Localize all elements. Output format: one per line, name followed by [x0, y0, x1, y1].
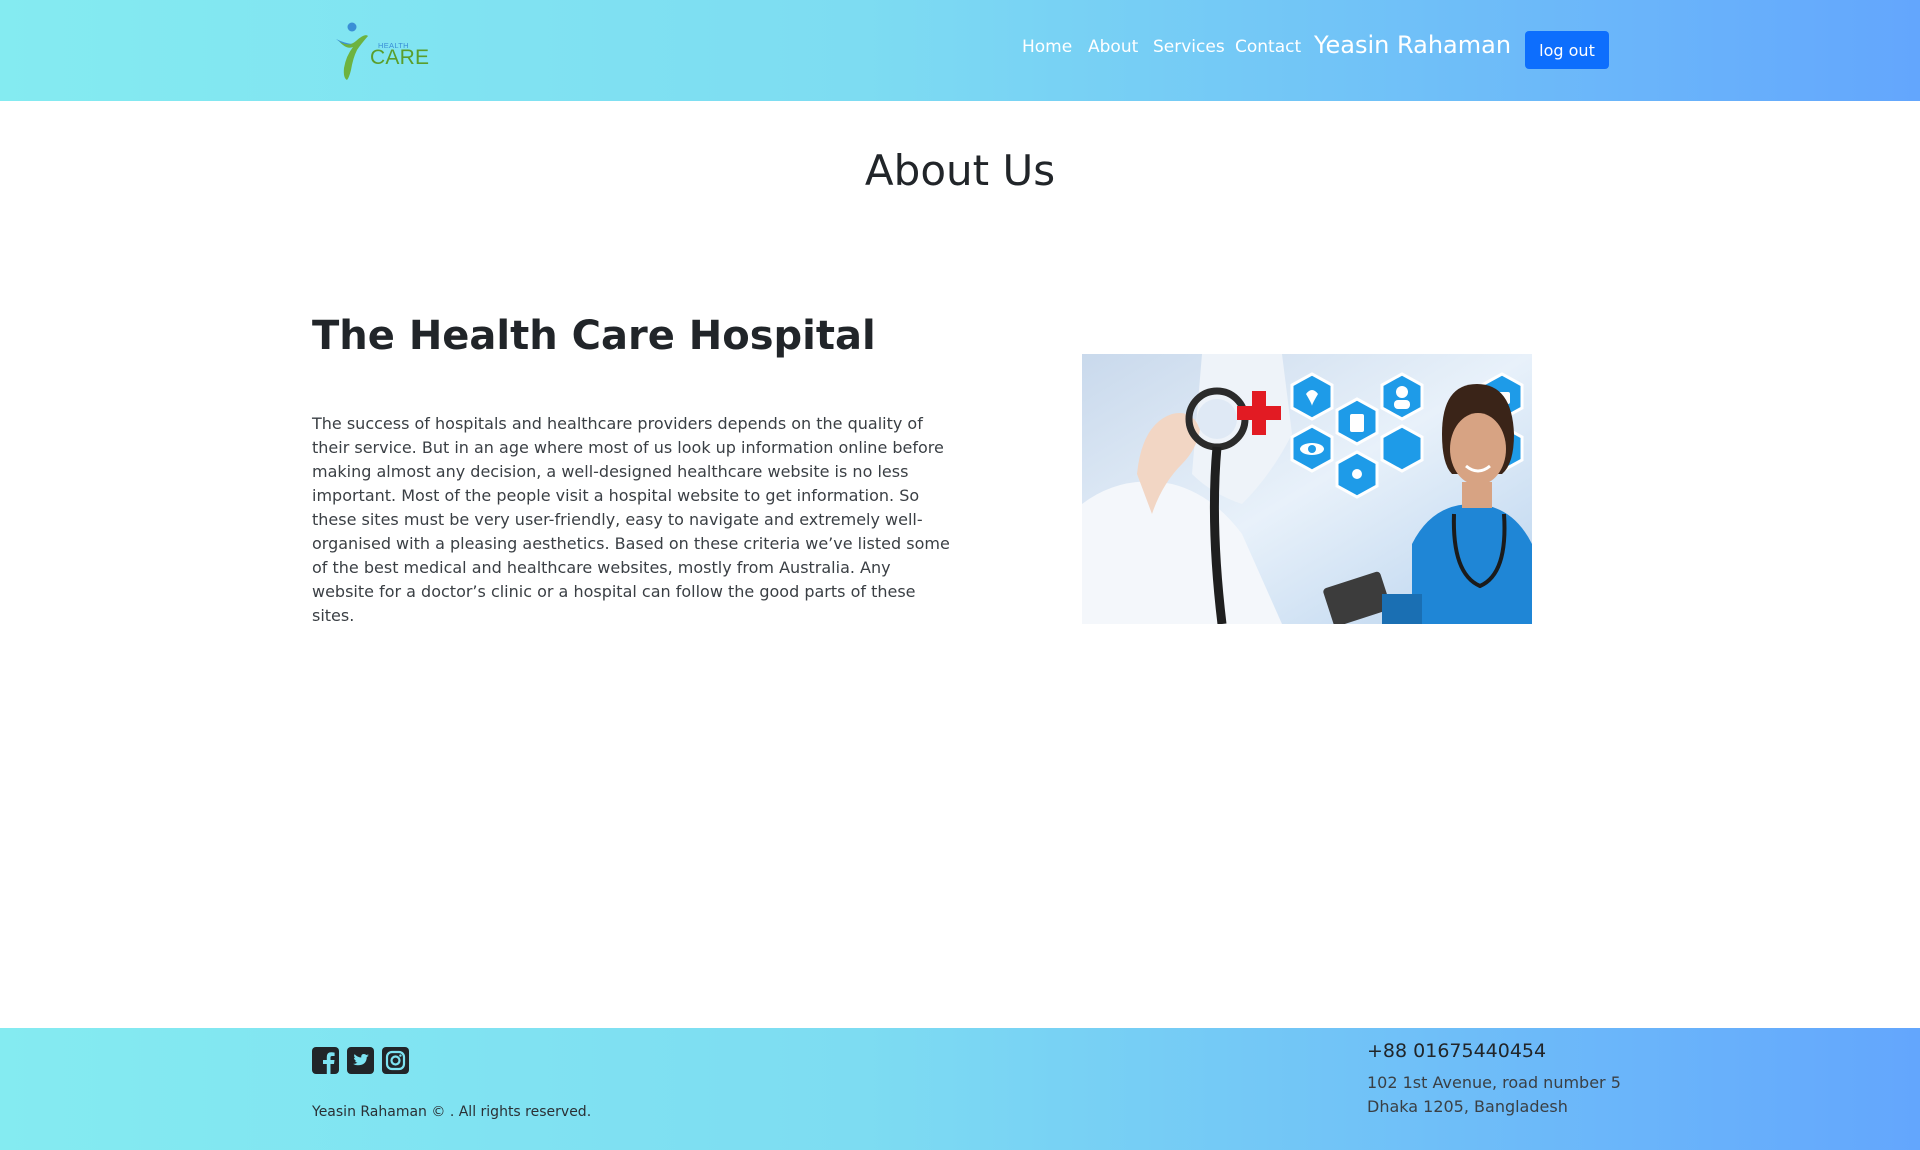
logo[interactable]: HEALTH CARE: [334, 22, 430, 82]
phone-number: +88 01675440454: [1367, 1040, 1547, 1062]
facebook-icon[interactable]: [312, 1047, 339, 1074]
section-body: The success of hospitals and healthcare …: [312, 414, 950, 625]
footer: Yeasin Rahaman © . All rights reserved. …: [0, 1028, 1920, 1150]
nav-contact[interactable]: Contact: [1235, 37, 1301, 57]
logo-big-text: CARE: [370, 46, 430, 69]
page-title: About Us: [864, 146, 1056, 195]
user-name: Yeasin Rahaman: [1314, 31, 1512, 59]
address-line-2: Dhaka 1205, Bangladesh: [1367, 1097, 1568, 1116]
twitter-icon[interactable]: [347, 1047, 374, 1074]
logo-figure-icon: [336, 22, 368, 80]
hero-image: [1082, 354, 1532, 624]
top-navbar: HEALTH CARE Home About Services Contact …: [0, 0, 1920, 101]
section-title: The Health Care Hospital: [312, 313, 876, 359]
address-line-1: 102 1st Avenue, road number 5: [1367, 1073, 1621, 1092]
nav-home[interactable]: Home: [1022, 37, 1072, 57]
instagram-icon[interactable]: [382, 1047, 409, 1074]
logout-button[interactable]: log out: [1525, 31, 1609, 69]
social-links: [312, 1047, 409, 1074]
nav-about[interactable]: About: [1088, 37, 1138, 57]
nav-services[interactable]: Services: [1153, 37, 1225, 57]
address: 102 1st Avenue, road number 5 Dhaka 1205…: [1367, 1071, 1621, 1119]
copyright-text: Yeasin Rahaman © . All rights reserved.: [312, 1104, 592, 1120]
